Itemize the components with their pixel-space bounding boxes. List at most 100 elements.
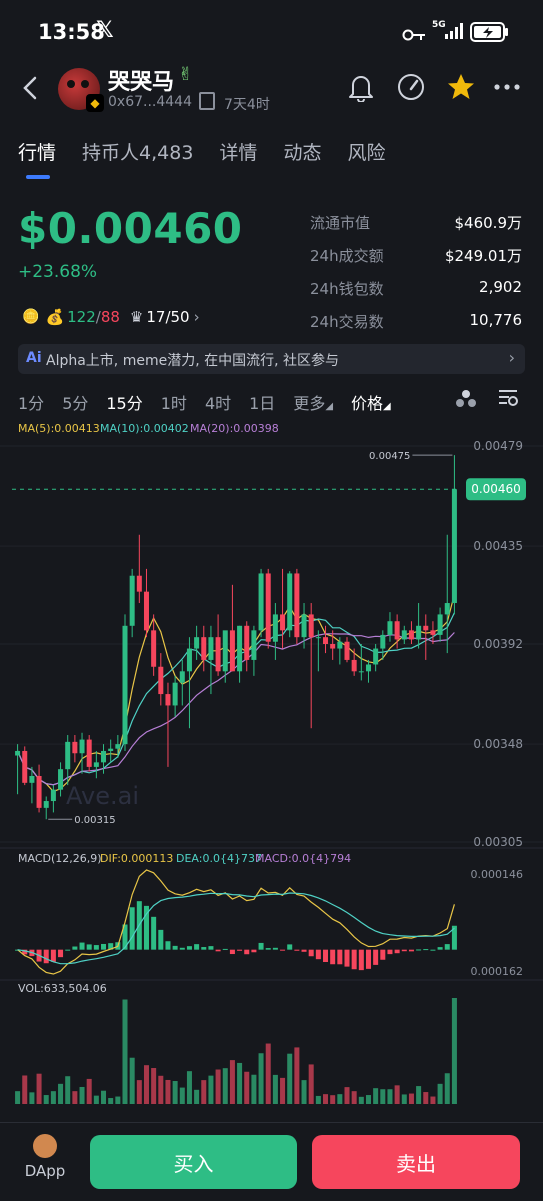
price-chart[interactable]: MA(5):0.00413 MA(10):0.00402 MA(20):0.00…	[0, 414, 543, 1114]
volume-bar	[151, 1068, 157, 1104]
macd-histogram-bar	[129, 907, 135, 950]
contract-address[interactable]: 0x67...4444	[108, 94, 192, 110]
macd-histogram-bar	[244, 949, 250, 955]
macd-histogram-bar	[179, 947, 185, 950]
macd-histogram-bar	[86, 944, 92, 950]
volume-bar	[416, 1086, 422, 1104]
volume-legend: VOL:633,504.06	[18, 982, 107, 995]
indicator-settings-icon[interactable]	[454, 386, 478, 414]
macd-histogram-bar	[387, 949, 393, 955]
candle-body	[108, 748, 114, 751]
stat-market-cap: 流通市值 $460.9万	[310, 214, 522, 232]
volume-bar	[401, 1094, 407, 1104]
interval-5m[interactable]: 5分	[62, 390, 88, 414]
macd-histogram-bar	[337, 949, 343, 965]
interval-4h[interactable]: 4时	[205, 390, 231, 414]
macd-histogram-bar	[408, 949, 414, 952]
speedometer-icon[interactable]	[394, 70, 428, 104]
candle-body	[186, 648, 192, 672]
interval-1d[interactable]: 1日	[249, 390, 275, 414]
macd-hist-legend: MACD:0.0{4}794	[255, 852, 351, 865]
volume-bar	[222, 1068, 228, 1104]
macd-histogram-bar	[215, 949, 221, 952]
macd-histogram-bar	[79, 942, 85, 950]
macd-histogram-bar	[229, 949, 235, 955]
macd-histogram-bar	[72, 946, 78, 950]
signal-icon	[444, 22, 464, 44]
volume-bar	[201, 1080, 207, 1104]
candle-body	[151, 630, 157, 667]
tab-details[interactable]: 详情	[219, 138, 257, 165]
buyers-count: 122	[67, 308, 96, 326]
tab-market[interactable]: 行情	[18, 138, 56, 165]
macd-histogram-bar	[365, 949, 371, 969]
volume-bar	[437, 1083, 443, 1104]
tab-risk[interactable]: 风险	[347, 138, 385, 165]
volume-bar	[344, 1087, 350, 1104]
candle-body	[201, 637, 207, 660]
stat-24h-wallets: 24h钱包数 2,902	[310, 278, 522, 298]
macd-histogram-bar	[251, 949, 257, 953]
pancake-bunny-icon	[33, 1134, 57, 1158]
tab-holders[interactable]: 持币人4,483	[82, 138, 193, 165]
volume-bar	[179, 1087, 185, 1104]
chart-settings-icon[interactable]	[496, 386, 520, 414]
x-logo-icon: 𝕏	[96, 18, 114, 43]
macd-histogram-bar	[65, 949, 71, 951]
volume-bar	[251, 1074, 257, 1104]
interval-1h[interactable]: 1时	[161, 390, 187, 414]
candle-body	[344, 641, 350, 660]
volume-bar	[337, 1094, 343, 1104]
candle-body	[15, 750, 21, 756]
volume-bar	[108, 1098, 114, 1104]
macd-histogram-bar	[201, 947, 207, 950]
candle-body	[451, 489, 457, 604]
volume-bar	[29, 1092, 35, 1104]
macd-histogram-bar	[237, 949, 243, 951]
interval-15m[interactable]: 15分	[106, 390, 142, 414]
max-price-label: 0.00475	[369, 451, 410, 462]
buy-button[interactable]: 买入	[90, 1135, 297, 1189]
macd-histogram-bar	[394, 949, 400, 954]
dapp-button[interactable]: DApp	[22, 1134, 68, 1180]
volume-bar	[101, 1090, 107, 1104]
chevron-right-icon: ›	[508, 348, 515, 367]
volume-bar	[265, 1043, 271, 1104]
macd-histogram-bar	[380, 949, 386, 960]
volume-bar	[229, 1060, 235, 1104]
volume-bar	[143, 1065, 149, 1104]
chart-type-price[interactable]: 价格◢	[351, 390, 391, 414]
macd-histogram-bar	[423, 949, 429, 951]
bell-icon[interactable]	[344, 70, 378, 104]
star-favorite-icon[interactable]	[444, 70, 478, 104]
macd-histogram-bar	[280, 949, 286, 951]
trader-stats-row[interactable]: 🪙 💰 122 / 88 ♛ 17/50 ›	[22, 308, 200, 326]
interval-1m[interactable]: 1分	[18, 390, 44, 414]
candle-body	[237, 625, 243, 672]
volume-bar	[237, 1062, 243, 1104]
token-avatar: ◆	[58, 68, 104, 112]
interval-more[interactable]: 更多◢	[293, 390, 333, 414]
bnb-chain-icon: ◆	[86, 94, 104, 112]
sell-button[interactable]: 卖出	[312, 1135, 520, 1189]
volume-bar	[115, 1096, 121, 1104]
volume-bar	[36, 1073, 42, 1104]
macd-histogram-bar	[93, 945, 99, 950]
more-options-icon[interactable]	[490, 70, 524, 104]
ai-summary-banner[interactable]: Ai Alpha上市, meme潜力, 在中国流行, 社区参与 ›	[18, 344, 525, 374]
copy-icon[interactable]	[199, 92, 215, 110]
volume-bars	[15, 998, 457, 1104]
macd-histogram-bar	[222, 948, 228, 950]
stat-24h-volume: 24h成交额 $249.01万	[310, 247, 522, 265]
stat-24h-trades: 24h交易数 10,776	[310, 311, 522, 331]
volume-bar	[351, 1091, 357, 1104]
back-button[interactable]	[20, 74, 40, 109]
candle-body	[29, 776, 35, 783]
tab-activity[interactable]: 动态	[283, 138, 321, 165]
macd-histogram-bar	[58, 949, 64, 958]
macd-histogram-bar	[330, 949, 336, 965]
candle-body	[401, 630, 407, 640]
volume-bar	[93, 1095, 99, 1104]
chevron-right-icon: ›	[193, 308, 200, 326]
candle-body	[101, 750, 107, 763]
